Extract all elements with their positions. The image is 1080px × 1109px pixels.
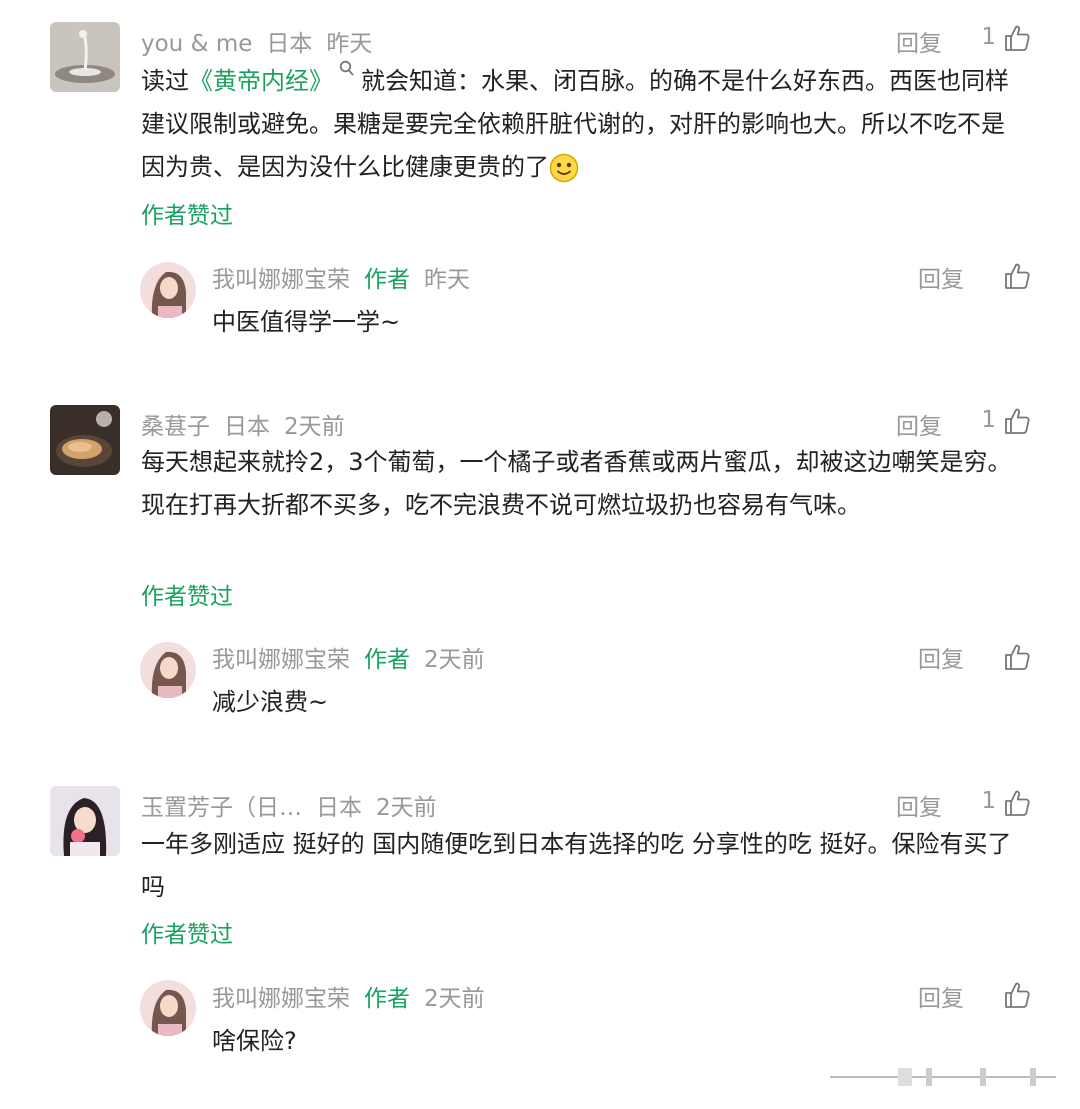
book-link[interactable]: 《黄帝内经》 <box>189 67 333 95</box>
reply-meta: 我叫娜娜宝荣 作者 昨天 <box>212 260 484 294</box>
comment-meta: 玉置芳子（日… 日本 2天前 <box>141 788 451 822</box>
reply-button[interactable]: 回复 <box>896 407 942 441</box>
reply-meta: 我叫娜娜宝荣 作者 2天前 <box>212 640 499 674</box>
like-count: 1 <box>981 24 996 50</box>
thumb-up-icon[interactable] <box>1004 262 1030 290</box>
smile-emoji-icon <box>549 153 579 183</box>
thumb-up-icon[interactable] <box>1004 407 1030 435</box>
reply-button[interactable]: 回复 <box>918 979 964 1013</box>
thumb-up-icon[interactable] <box>1004 643 1030 671</box>
author-tag: 作者 <box>364 647 410 673</box>
author-liked-label: 作者赞过 <box>141 203 233 229</box>
username[interactable]: 玉置芳子（日… <box>141 795 302 821</box>
reply-text: 中医值得学一学~ <box>212 308 401 336</box>
thumb-up-icon[interactable] <box>1004 789 1030 817</box>
location: 日本 <box>224 414 270 440</box>
thumb-up-icon[interactable] <box>1004 24 1030 52</box>
reply-button[interactable]: 回复 <box>918 260 964 294</box>
search-icon[interactable] <box>339 60 355 78</box>
username[interactable]: 桑葚子 <box>141 414 210 440</box>
like-count: 1 <box>981 407 996 433</box>
author-avatar[interactable] <box>140 262 196 318</box>
timestamp: 2天前 <box>284 414 345 440</box>
timestamp: 2天前 <box>376 795 437 821</box>
author-liked-label: 作者赞过 <box>141 922 233 948</box>
location: 日本 <box>316 795 362 821</box>
user-avatar[interactable] <box>50 405 120 475</box>
scroll-indicator <box>830 1066 1056 1088</box>
timestamp: 2天前 <box>424 986 485 1012</box>
reply-button[interactable]: 回复 <box>896 24 942 58</box>
reply-text: 减少浪费~ <box>212 688 329 716</box>
timestamp: 昨天 <box>326 31 373 57</box>
reply-button[interactable]: 回复 <box>918 640 964 674</box>
author-tag: 作者 <box>364 986 410 1012</box>
user-avatar[interactable] <box>50 786 120 856</box>
author-username[interactable]: 我叫娜娜宝荣 <box>212 267 350 293</box>
reply-button[interactable]: 回复 <box>896 788 942 822</box>
author-tag: 作者 <box>364 267 410 293</box>
author-username[interactable]: 我叫娜娜宝荣 <box>212 986 350 1012</box>
author-liked-label: 作者赞过 <box>141 584 233 610</box>
timestamp: 2天前 <box>424 647 485 673</box>
comment-meta: 桑葚子 日本 2天前 <box>141 407 359 441</box>
like-count: 1 <box>981 788 996 814</box>
thumb-up-icon[interactable] <box>1004 981 1030 1009</box>
author-avatar[interactable] <box>140 980 196 1036</box>
timestamp: 昨天 <box>424 267 470 293</box>
comment-text: 一年多刚适应 挺好的 国内随便吃到日本有选择的吃 分享性的吃 挺好。保险有买了吗 <box>141 830 1012 901</box>
location: 日本 <box>266 31 313 57</box>
comment-text-before: 读过 <box>141 67 189 95</box>
username[interactable]: you & me <box>141 31 252 57</box>
comment-meta: you & me 日本 昨天 <box>141 24 386 58</box>
user-avatar[interactable] <box>50 22 120 92</box>
reply-text: 啥保险? <box>212 1027 297 1055</box>
author-avatar[interactable] <box>140 642 196 698</box>
reply-meta: 我叫娜娜宝荣 作者 2天前 <box>212 979 499 1013</box>
comment-text: 每天想起来就拎2，3个葡萄，一个橘子或者香蕉或两片蜜瓜，却被这边嘲笑是穷。现在打… <box>141 448 1012 519</box>
author-username[interactable]: 我叫娜娜宝荣 <box>212 647 350 673</box>
comment-text: 读过《黄帝内经》 就会知道：水果、闭百脉。的确不是什么好东西。西医也同样建议限制或… <box>141 60 1021 189</box>
